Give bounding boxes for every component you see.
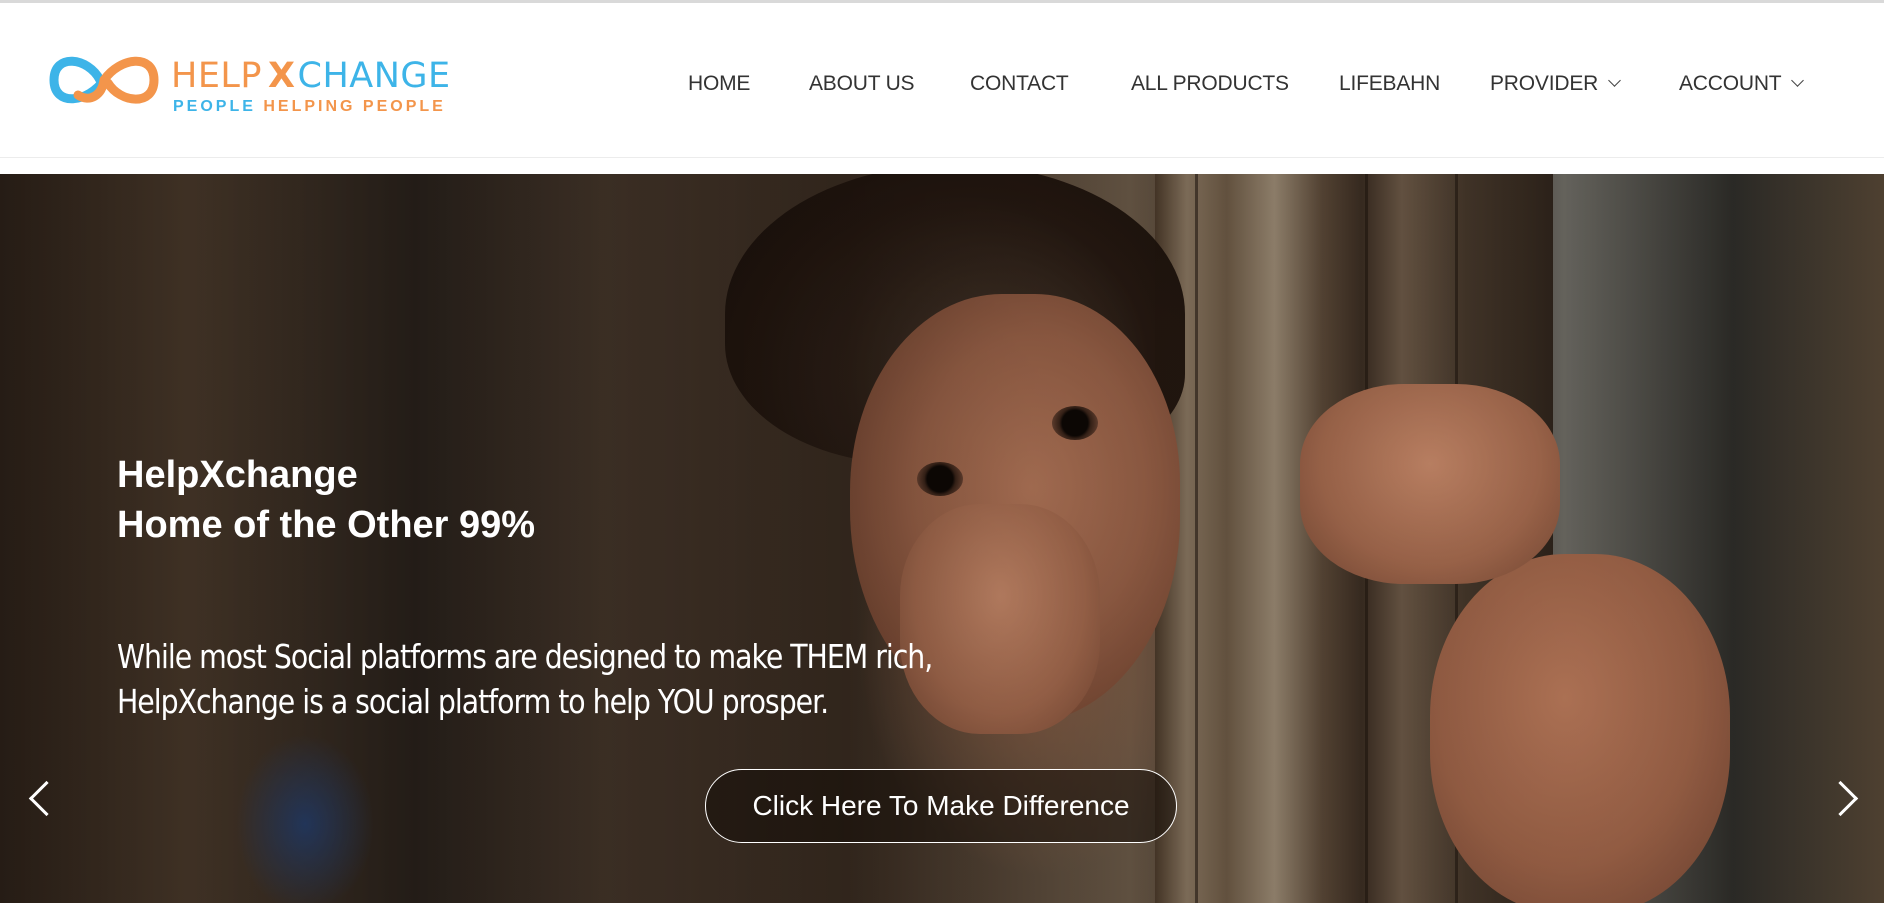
nav-item-about-us[interactable]: ABOUT US	[809, 72, 915, 96]
hero-title-line: Home of the Other 99%	[117, 504, 536, 546]
nav-item-label: ALL PRODUCTS	[1131, 72, 1289, 95]
main-nav: HOME ABOUT US CONTACT ALL PRODUCTS LIFEB…	[0, 72, 1884, 102]
hero-title: HelpXchange Home of the Other 99%	[117, 450, 535, 550]
nav-item-label: LIFEBAHN	[1339, 72, 1441, 95]
hero-subtitle-line: While most Social platforms are designed…	[117, 637, 933, 676]
hero-subtitle: While most Social platforms are designed…	[117, 634, 933, 724]
nav-item-account[interactable]: ACCOUNT	[1679, 72, 1805, 96]
chevron-down-icon	[1608, 74, 1621, 87]
nav-item-home[interactable]: HOME	[688, 72, 750, 96]
nav-item-all-products[interactable]: ALL PRODUCTS	[1131, 72, 1289, 96]
nav-item-contact[interactable]: CONTACT	[970, 72, 1069, 96]
hero-title-line: HelpXchange	[117, 454, 358, 496]
site-header: HELP XCHANGE PEOPLE HELPING PEOPLE HOME A…	[0, 3, 1884, 158]
nav-item-label: ABOUT US	[809, 72, 915, 95]
nav-item-label: HOME	[688, 72, 751, 95]
nav-item-lifebahn[interactable]: LIFEBAHN	[1339, 72, 1440, 96]
nav-item-label: CONTACT	[970, 72, 1069, 95]
nav-item-label: PROVIDER	[1490, 72, 1599, 95]
hero-subtitle-line: HelpXchange is a social platform to help…	[117, 682, 829, 721]
make-difference-button[interactable]: Click Here To Make Difference	[705, 769, 1177, 843]
nav-item-provider[interactable]: PROVIDER	[1490, 72, 1621, 96]
chevron-down-icon	[1791, 74, 1805, 87]
nav-item-label: ACCOUNT	[1679, 72, 1782, 95]
